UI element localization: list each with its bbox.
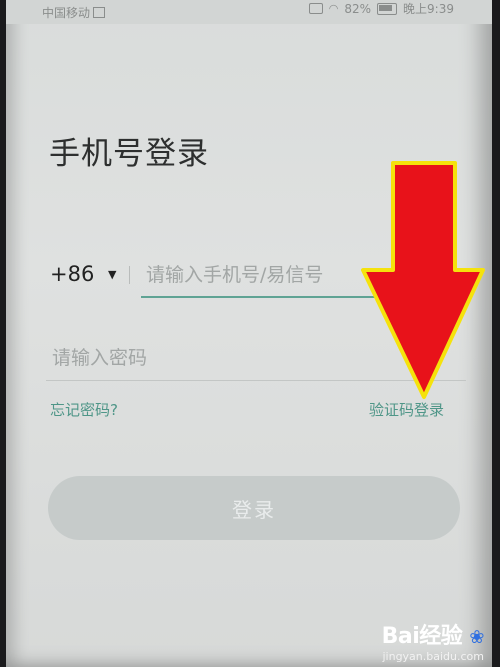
caret-down-icon[interactable]: ▼: [108, 268, 116, 281]
watermark-logo: Bai经验 ❀: [381, 624, 485, 649]
field-divider: [129, 266, 130, 284]
login-button[interactable]: 登录: [48, 476, 460, 540]
signal-icon: [308, 3, 323, 14]
arrow-shape: [361, 161, 485, 399]
status-icons: ◠ 82% 晚上9:39: [308, 0, 454, 17]
status-bar: 中国移动 ◠ 82% 晚上9:39: [6, 0, 492, 24]
sim-icon: [93, 7, 106, 18]
red-arrow-annotation: [361, 161, 485, 399]
wifi-icon: ◠: [328, 2, 339, 15]
watermark-site: jingyan.baidu.com: [382, 650, 484, 663]
page-title: 手机号登录: [49, 136, 209, 172]
forgot-password-link[interactable]: 忘记密码?: [50, 399, 118, 420]
carrier-label: 中国移动: [42, 4, 106, 21]
paw-icon: ❀: [469, 627, 484, 648]
country-code-selector[interactable]: +86: [50, 262, 94, 286]
battery-percent: 82%: [344, 1, 372, 16]
clock: 晚上9:39: [403, 2, 454, 16]
battery-icon: [377, 2, 398, 15]
watermark: Bai经验 ❀ jingyan.baidu.com: [381, 618, 485, 663]
